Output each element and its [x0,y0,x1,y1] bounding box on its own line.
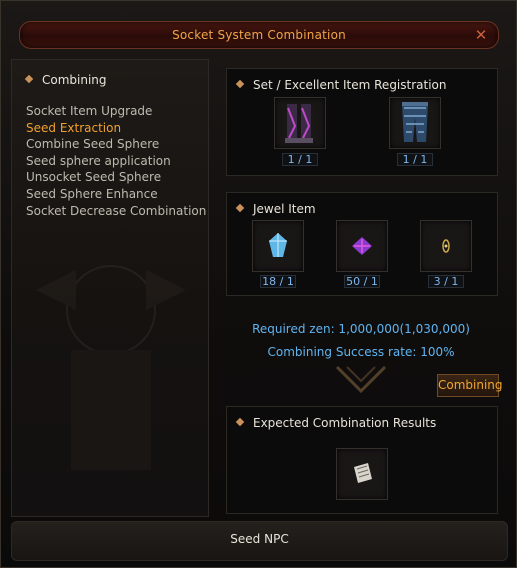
jewel-slot-3[interactable] [420,220,472,272]
jewel-blue-icon [269,233,287,257]
jewel-box: Jewel Item 18 / 1 50 / 1 3 / 1 [226,192,498,296]
menu-item-combine-seed-sphere[interactable]: Combine Seed Sphere [26,136,206,153]
close-icon[interactable]: ✕ [472,26,490,44]
registration-slot-2[interactable] [389,97,441,149]
jewel-slot-2[interactable] [336,220,388,272]
jewel-gold-icon [442,239,450,253]
scroll-item-icon [354,463,372,483]
combine-emblem-icon [335,365,387,394]
diamond-bullet-icon [235,79,245,88]
required-zen-text: Required zen: 1,000,000(1,030,000) [252,322,470,336]
jewel-header-label: Jewel Item [253,202,316,216]
registration-header: Set / Excellent Item Registration [235,74,447,93]
jewel-slot-1[interactable] [252,220,304,272]
registration-count-1: 1 / 1 [282,153,318,166]
jewel-count-3: 3 / 1 [428,275,464,288]
jewel-count-1: 18 / 1 [260,275,296,288]
window-title: Socket System Combination [172,28,346,42]
background-emblem-icon [36,265,186,470]
left-menu-panel: Combining Socket Item Upgrade Seed Extra… [11,59,209,517]
left-panel-header-label: Combining [42,73,107,87]
results-box: Expected Combination Results [226,406,498,514]
diamond-bullet-icon [24,74,34,83]
results-header: Expected Combination Results [235,412,437,431]
socket-combination-window: Socket System Combination ✕ Combining So… [0,0,517,568]
title-bar: Socket System Combination ✕ [19,21,499,49]
jewel-header: Jewel Item [235,198,316,217]
menu-item-seed-sphere-application[interactable]: Seed sphere application [26,153,206,170]
menu-item-seed-extraction[interactable]: Seed Extraction [26,120,206,137]
combination-menu: Socket Item Upgrade Seed Extraction Comb… [26,103,206,219]
registration-slot-1[interactable] [274,97,326,149]
jewel-count-2: 50 / 1 [344,275,380,288]
menu-item-unsocket-seed-sphere[interactable]: Unsocket Seed Sphere [26,169,206,186]
result-slot[interactable] [336,448,388,500]
registration-header-label: Set / Excellent Item Registration [253,78,447,92]
registration-count-2: 1 / 1 [397,153,433,166]
npc-label: Seed NPC [230,532,289,546]
gloves-item-icon [285,104,313,143]
success-rate-text: Combining Success rate: 100% [267,345,455,359]
menu-item-seed-sphere-enhance[interactable]: Seed Sphere Enhance [26,186,206,203]
pants-item-icon [402,102,428,142]
diamond-bullet-icon [235,417,245,426]
left-panel-header: Combining [24,69,107,88]
menu-item-socket-item-upgrade[interactable]: Socket Item Upgrade [26,103,206,120]
combining-button[interactable]: Combining [437,374,503,397]
jewel-purple-icon [352,237,372,255]
menu-item-socket-decrease-combination[interactable]: Socket Decrease Combination [26,203,206,220]
results-header-label: Expected Combination Results [253,416,437,430]
npc-bar: Seed NPC [11,521,508,561]
diamond-bullet-icon [235,203,245,212]
registration-box: Set / Excellent Item Registration 1 / 1 … [226,68,498,176]
